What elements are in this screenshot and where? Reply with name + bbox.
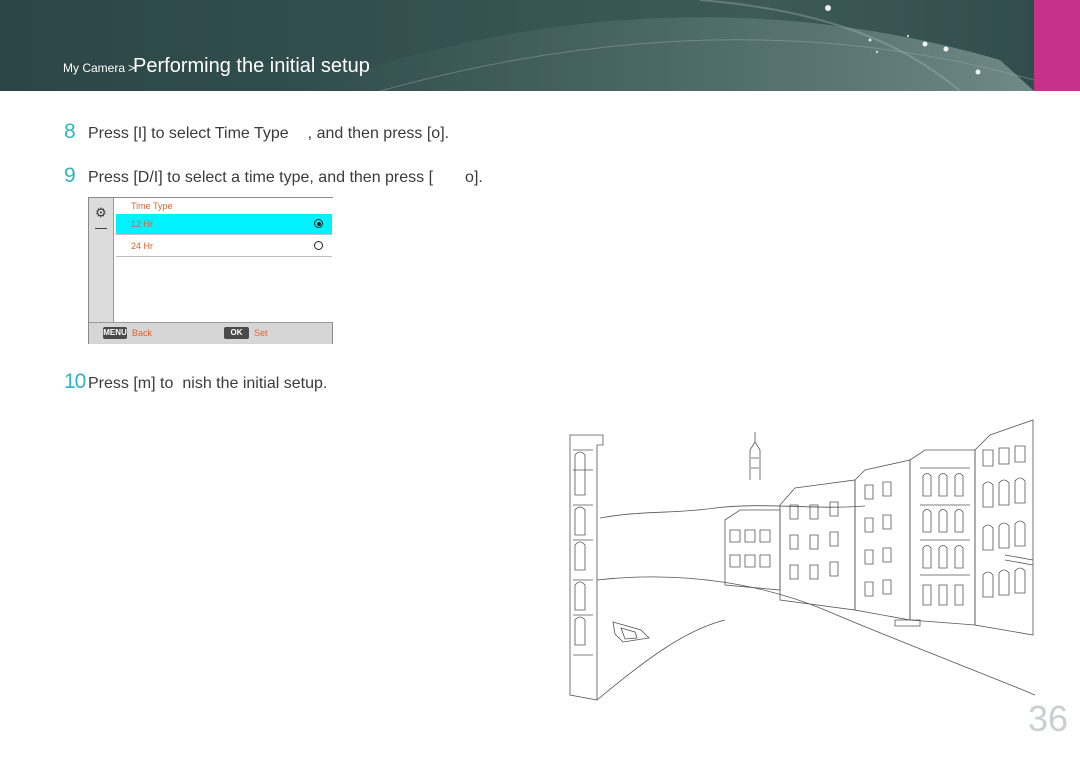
radio-selected-icon	[314, 219, 323, 228]
breadcrumb-section: My Camera	[63, 61, 126, 75]
step-text: Press [m] to	[88, 375, 174, 392]
ok-key-icon: OK	[224, 327, 249, 339]
menu-key-icon: MENU	[103, 327, 127, 339]
camera-menu-screen: ⚙ Time Type 12 Hr 24 Hr MENU Back OK Set	[88, 197, 334, 344]
breadcrumb: My Camera > Performing the initial setup	[63, 55, 370, 78]
step-9: 9 Press [D/I] to select a time type, and…	[64, 164, 483, 188]
step-text-continued: , and then press [o].	[307, 125, 450, 142]
step-number: 10	[64, 370, 86, 393]
city-canal-illustration	[569, 419, 1036, 701]
sidebar-divider	[95, 228, 107, 229]
menu-option-12hr[interactable]: 12 Hr	[116, 214, 332, 235]
menu-footer: MENU Back OK Set	[89, 322, 332, 344]
back-label: Back	[132, 328, 153, 338]
page-title: Performing the initial setup	[133, 55, 370, 77]
menu-panel: Time Type 12 Hr 24 Hr	[113, 198, 334, 322]
page-number: 36	[1027, 698, 1068, 739]
step-10: 10 Press [m] to nish the initial setup.	[64, 370, 327, 394]
step-number: 9	[64, 164, 76, 187]
step-number: 8	[64, 120, 76, 143]
gear-icon: ⚙	[95, 205, 107, 220]
option-label: 24 Hr	[131, 241, 154, 251]
step-8: 8 Press [I] to select Time Type , and th…	[64, 120, 449, 144]
radio-unselected-icon	[314, 241, 323, 250]
menu-sidebar: ⚙	[89, 198, 113, 322]
page-header: My Camera > Performing the initial setup	[0, 0, 1080, 91]
menu-option-24hr[interactable]: 24 Hr	[116, 236, 332, 257]
set-label: Set	[254, 328, 268, 338]
step-text-continued: nish the initial setup.	[182, 375, 328, 392]
menu-title: Time Type	[131, 201, 173, 211]
option-label: 12 Hr	[131, 219, 154, 229]
step-text: Press [D/I] to select a time type, and t…	[88, 169, 434, 186]
chapter-tab	[1034, 0, 1080, 91]
step-text: Press [I] to select Time Type	[88, 125, 289, 142]
step-text-continued: o].	[465, 169, 483, 186]
